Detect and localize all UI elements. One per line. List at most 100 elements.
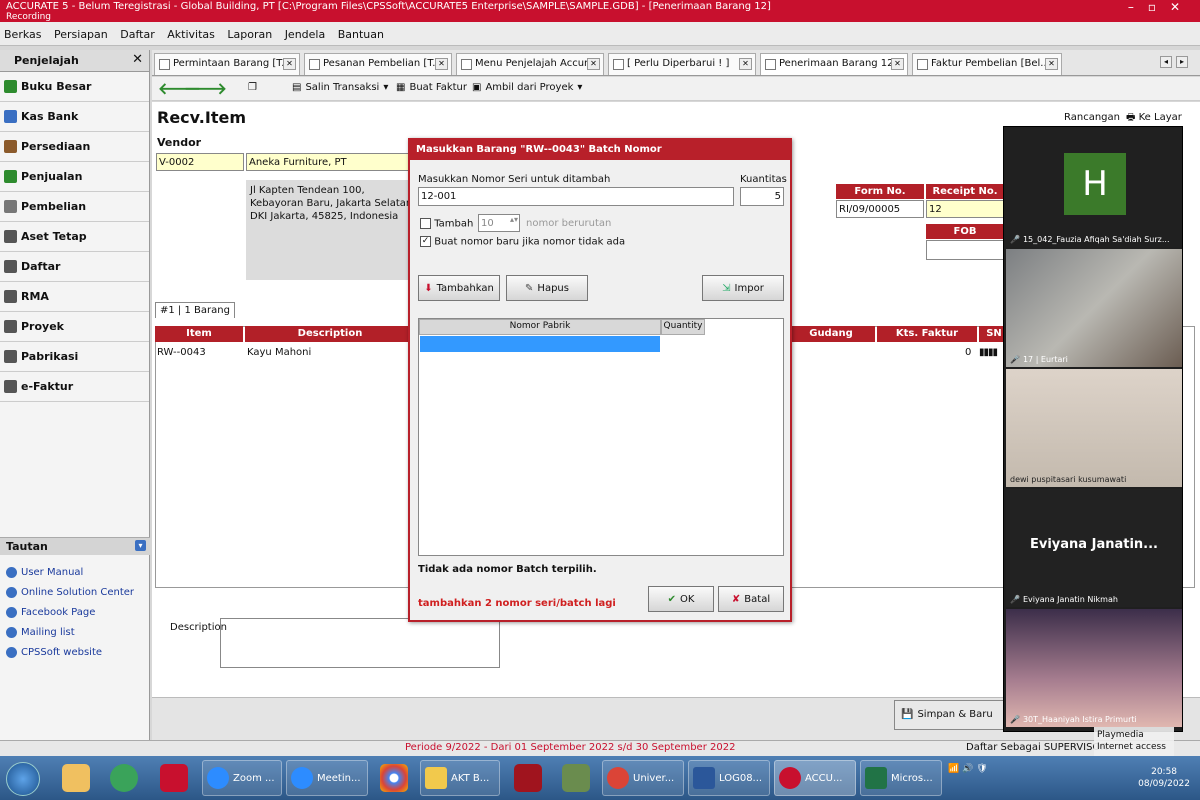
salin-transaksi-button[interactable]: ▤ Salin Transaksi ▾ (292, 82, 388, 93)
close-tab-icon[interactable]: ✕ (739, 58, 752, 70)
link-cpssoft-website[interactable]: CPSSoft website (0, 642, 150, 662)
link-mailing-list[interactable]: Mailing list (0, 622, 150, 642)
sidebar-item-pabrikasi[interactable]: Pabrikasi (0, 342, 149, 372)
sidebar-item-penjualan[interactable]: Penjualan (0, 162, 149, 192)
link-facebook-page[interactable]: Facebook Page (0, 602, 150, 622)
description-input[interactable] (220, 618, 500, 668)
menu-aktivitas[interactable]: Aktivitas (167, 28, 215, 41)
form-no-field[interactable]: RI/09/00005 (836, 200, 924, 218)
tautan-header: Tautan ▾ (0, 537, 150, 555)
fob-field[interactable] (926, 240, 1004, 260)
hapus-button[interactable]: ✎ Hapus (506, 275, 588, 301)
paint-icon[interactable] (62, 764, 90, 792)
sidebar-item-e-faktur[interactable]: e-Faktur (0, 372, 149, 402)
task-akt[interactable]: AKT B... (420, 760, 500, 796)
tab-pesanan-pembelian[interactable]: Pesanan Pembelian [T... ✕ (304, 53, 452, 75)
tab-prev-icon[interactable]: ◂ (1160, 56, 1172, 68)
sidebar-item-daftar[interactable]: Daftar (0, 252, 149, 282)
task-log08[interactable]: LOG08... (688, 760, 770, 796)
close-tab-icon[interactable]: ✕ (1045, 58, 1058, 70)
buat-checkbox[interactable]: ✓ (420, 236, 431, 247)
sidebar-item-proyek[interactable]: Proyek (0, 312, 149, 342)
task-meeting[interactable]: Meetin... (286, 760, 368, 796)
sidebar-item-kas-bank[interactable]: Kas Bank (0, 102, 149, 132)
tambah-checkbox[interactable] (420, 218, 431, 229)
sidebar-item-rma[interactable]: RMA (0, 282, 149, 312)
task-zoom[interactable]: Zoom ... (202, 760, 282, 796)
vendor-code-field[interactable]: V-0002 (156, 153, 244, 171)
mcafee-icon[interactable] (514, 764, 542, 792)
copy-icon[interactable]: ❐ (248, 82, 257, 93)
rancangan-label[interactable]: Rancangan (1064, 112, 1120, 123)
game-icon[interactable] (562, 764, 590, 792)
forward-arrow-icon[interactable]: 🡒 (184, 78, 227, 98)
col-description: Description (245, 326, 415, 342)
sidebar-item-label: Buku Besar (21, 80, 92, 93)
sidebar-item-persediaan[interactable]: Persediaan (0, 132, 149, 162)
network-icon[interactable]: 📶 (948, 764, 959, 774)
serial-input[interactable]: 12-001 (418, 187, 734, 206)
participant-tile-1[interactable]: H 🎤 15_042_Fauzia Afiqah Sa'diah Surz... (1006, 129, 1182, 247)
dropdown-icon: ▾ (383, 82, 389, 93)
grid-tab[interactable]: #1 | 1 Barang (155, 302, 235, 318)
link-user-manual[interactable]: User Manual (0, 562, 150, 582)
word-icon (693, 767, 715, 789)
shield-icon[interactable]: 🛡 (976, 764, 987, 774)
close-tab-icon[interactable]: ✕ (435, 58, 448, 70)
batal-button[interactable]: ✘ Batal (718, 586, 784, 612)
vendor-name-field[interactable]: Aneka Furniture, PT (246, 153, 410, 171)
link-online-solution-center[interactable]: Online Solution Center (0, 582, 150, 602)
volume-icon[interactable]: 🔊 (962, 764, 973, 774)
clock[interactable]: 20:58 08/09/2022 (1138, 766, 1190, 790)
tambahkan-button[interactable]: ⬇ Tambahkan (418, 275, 500, 301)
col-quantity: Quantity (661, 319, 705, 335)
window-controls[interactable]: –▫✕ (1128, 1, 1194, 13)
tab-faktur-pembelian[interactable]: Faktur Pembelian [Bel... ✕ (912, 53, 1062, 75)
tab-menu-penjelajah[interactable]: Menu Penjelajah Accur... ✕ (456, 53, 604, 75)
ke-layar-button[interactable]: 🖶 Ke Layar (1126, 110, 1182, 127)
impor-button[interactable]: ⇲ Impor (702, 275, 784, 301)
menu-bantuan[interactable]: Bantuan (338, 28, 384, 41)
tab-penerimaan-barang[interactable]: Penerimaan Barang 12 ✕ (760, 53, 908, 75)
excel-icon (865, 767, 887, 789)
start-button[interactable] (6, 762, 40, 796)
ambil-proyek-button[interactable]: ▣ Ambil dari Proyek ▾ (472, 82, 582, 93)
sidebar-item-aset-tetap[interactable]: Aset Tetap (0, 222, 149, 252)
participant-tile-4[interactable]: Eviyana Janatin... 🎤 Eviyana Janatin Nikm… (1006, 489, 1182, 607)
participant-tile-2[interactable]: 🎤 17 | Eurtari (1006, 249, 1182, 367)
receipt-no-field[interactable]: 12 (926, 200, 1004, 218)
collapse-icon[interactable]: ▾ (135, 540, 146, 551)
menu-persiapan[interactable]: Persiapan (54, 28, 108, 41)
close-tab-icon[interactable]: ✕ (587, 58, 600, 70)
task-univer[interactable]: Univer... (602, 760, 684, 796)
tab-next-icon[interactable]: ▸ (1176, 56, 1188, 68)
menu-jendela[interactable]: Jendela (285, 28, 326, 41)
pdf-icon[interactable] (160, 764, 188, 792)
close-tab-icon[interactable]: ✕ (283, 58, 296, 70)
zoom-participants-panel: H 🎤 15_042_Fauzia Afiqah Sa'diah Surz... … (1003, 126, 1183, 732)
tab-permintaan-barang[interactable]: Permintaan Barang [T... ✕ (154, 53, 300, 75)
participant-display-name: Eviyana Janatin... (1030, 537, 1158, 552)
menu-daftar[interactable]: Daftar (120, 28, 154, 41)
close-tab-icon[interactable]: ✕ (891, 58, 904, 70)
tab-perlu-diperbarui[interactable]: [ Perlu Diperbarui ! ] ✕ (608, 53, 756, 75)
buat-faktur-button[interactable]: ▦ Buat Faktur (396, 82, 467, 93)
qty-input[interactable]: 5 (740, 187, 784, 206)
sidebar-item-pembelian[interactable]: Pembelian (0, 192, 149, 222)
description-label: Description (170, 622, 227, 633)
menu-laporan[interactable]: Laporan (227, 28, 272, 41)
save-new-button[interactable]: 💾 Simpan & Baru (894, 700, 1006, 730)
close-icon[interactable]: ✕ (132, 52, 143, 67)
chrome-icon[interactable] (380, 764, 408, 792)
task-accurate[interactable]: ACCU... (774, 760, 856, 796)
sidebar-item-buku-besar[interactable]: Buku Besar (0, 72, 149, 102)
participant-tile-5[interactable]: 🎤 30T_Haaniyah Istira Primurti (1006, 609, 1182, 727)
sm-icon[interactable] (110, 764, 138, 792)
menu-berkas[interactable]: Berkas (4, 28, 42, 41)
tambah-stepper[interactable]: 10 ▴▾ (478, 214, 520, 232)
batch-list[interactable]: Nomor Pabrik Quantity (418, 318, 784, 556)
task-excel[interactable]: Micros... (860, 760, 942, 796)
ok-button[interactable]: ✔ OK (648, 586, 714, 612)
list-item-selected[interactable] (420, 336, 660, 352)
participant-tile-3[interactable]: dewi puspitasari kusumawati (1006, 369, 1182, 487)
